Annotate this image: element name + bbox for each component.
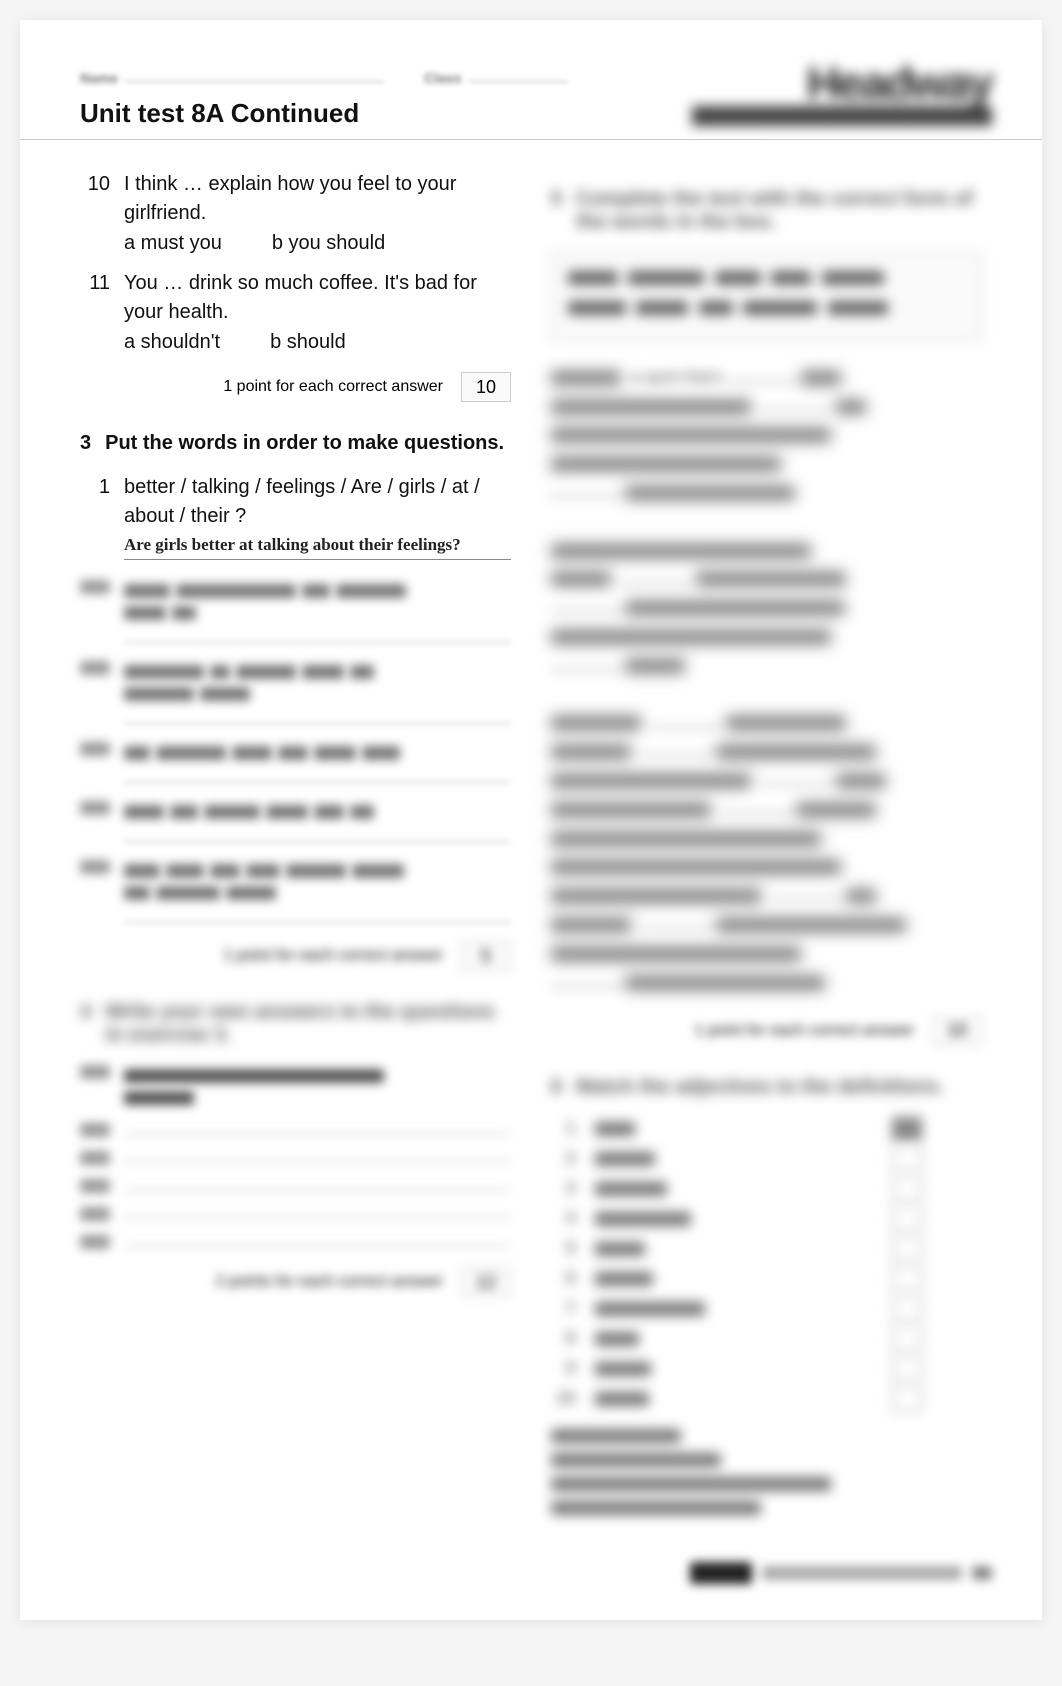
question-text: better / talking / feelings / Are / girl… bbox=[124, 473, 511, 531]
score-value: 12 bbox=[476, 1272, 496, 1293]
name-label: Name bbox=[80, 70, 118, 86]
section-4-answer-lines bbox=[80, 1123, 511, 1249]
example-answer: Are girls better at talking about their … bbox=[124, 535, 511, 560]
choice-b[interactable]: b should bbox=[270, 331, 346, 354]
section-4-example-blurred bbox=[80, 1065, 511, 1109]
match-list-blurred: 1 2 3 4 5 6 7 8 9 10 bbox=[551, 1117, 982, 1411]
question-number: 10 bbox=[80, 170, 110, 228]
choice-b[interactable]: b you should bbox=[272, 232, 385, 255]
name-line[interactable] bbox=[124, 81, 384, 82]
divider bbox=[20, 139, 1042, 140]
section-3-q6-blurred bbox=[80, 860, 511, 904]
section-title: Put the words in order to make questions… bbox=[105, 432, 504, 455]
section-6-head-blurred: 6 Match the adjectives to the definition… bbox=[551, 1076, 982, 1099]
footer-badge bbox=[690, 1562, 752, 1584]
score-box: 10 bbox=[461, 372, 511, 402]
section-title: Match the adjectives to the definitions. bbox=[576, 1076, 944, 1099]
section-5-head-blurred: 5 Complete the text with the correct for… bbox=[551, 188, 982, 234]
answer-line[interactable] bbox=[124, 841, 511, 842]
answer-line[interactable] bbox=[124, 782, 511, 783]
score-box: 5 bbox=[461, 941, 511, 971]
score-label: 1 point for each correct answer bbox=[223, 947, 443, 965]
section-3-head: 3 Put the words in order to make questio… bbox=[80, 432, 511, 455]
score-row-4: 1 point for each correct answer 10 bbox=[551, 1016, 982, 1046]
brand-sub-right: FOURTH EDITION bbox=[884, 124, 986, 138]
score-box: 10 bbox=[932, 1016, 982, 1046]
score-row-1: 1 point for each correct answer 10 bbox=[80, 372, 511, 402]
score-value: 10 bbox=[947, 1020, 967, 1041]
score-row-2: 1 point for each correct answer 5 bbox=[80, 941, 511, 971]
score-value: 10 bbox=[476, 377, 496, 398]
content: 10 I think … explain how you feel to you… bbox=[80, 170, 982, 1525]
question-10-choices: a must you b you should bbox=[124, 232, 511, 255]
section-number: 6 bbox=[551, 1076, 562, 1099]
section-3-q4-blurred bbox=[80, 742, 511, 764]
section-number: 5 bbox=[551, 188, 562, 234]
brand-title: Headway bbox=[692, 56, 992, 110]
right-column: 5 Complete the text with the correct for… bbox=[551, 170, 982, 1525]
section-3-q5-blurred bbox=[80, 801, 511, 823]
choice-a[interactable]: a must you bbox=[124, 232, 222, 255]
question-number: 1 bbox=[80, 473, 110, 531]
section-title: Write your own answers to the questions … bbox=[105, 1001, 511, 1047]
question-10: 10 I think … explain how you feel to you… bbox=[80, 170, 511, 228]
question-text: I think … explain how you feel to your g… bbox=[124, 170, 511, 228]
score-label: 1 point for each correct answer bbox=[223, 378, 443, 396]
score-label: 1 point for each correct answer bbox=[694, 1022, 914, 1040]
gap-fill-text-blurred: a sport that's bbox=[551, 364, 982, 998]
question-text: You … drink so much coffee. It's bad for… bbox=[124, 269, 511, 327]
page: Name Class Headway Pre-Intermediate FOUR… bbox=[20, 20, 1042, 1620]
answer-line[interactable] bbox=[124, 922, 511, 923]
question-11-choices: a shouldn't b should bbox=[124, 331, 511, 354]
page-number bbox=[972, 1566, 992, 1580]
section-3-q2-blurred bbox=[80, 580, 511, 624]
class-label: Class bbox=[424, 70, 461, 86]
answer-line[interactable] bbox=[124, 1189, 511, 1190]
answer-line[interactable] bbox=[124, 1161, 511, 1162]
section-number: 3 bbox=[80, 432, 91, 455]
answer-line[interactable] bbox=[124, 1133, 511, 1134]
section-number: 4 bbox=[80, 1001, 91, 1047]
question-number: 11 bbox=[80, 269, 110, 327]
section-4-head-blurred: 4 Write your own answers to the question… bbox=[80, 1001, 511, 1047]
question-11: 11 You … drink so much coffee. It's bad … bbox=[80, 269, 511, 327]
section-3-q3-blurred bbox=[80, 661, 511, 705]
definitions-blurred bbox=[551, 1429, 982, 1515]
left-column: 10 I think … explain how you feel to you… bbox=[80, 170, 511, 1525]
section-title: Complete the text with the correct form … bbox=[576, 188, 982, 234]
score-row-3: 2 points for each correct answer 12 bbox=[80, 1267, 511, 1297]
answer-line[interactable] bbox=[124, 642, 511, 643]
brand-logo: Headway Pre-Intermediate FOURTH EDITION bbox=[692, 56, 992, 136]
section-3-q1: 1 better / talking / feelings / Are / gi… bbox=[80, 473, 511, 531]
word-bank bbox=[551, 252, 982, 342]
footer bbox=[690, 1562, 992, 1584]
class-line[interactable] bbox=[468, 81, 568, 82]
score-value: 5 bbox=[481, 946, 491, 967]
brand-sub-left: Pre-Intermediate bbox=[776, 124, 871, 138]
answer-line[interactable] bbox=[124, 723, 511, 724]
footer-text bbox=[762, 1566, 962, 1580]
score-box: 12 bbox=[461, 1267, 511, 1297]
choice-a[interactable]: a shouldn't bbox=[124, 331, 220, 354]
answer-line[interactable] bbox=[124, 1217, 511, 1218]
answer-line[interactable] bbox=[124, 1245, 511, 1246]
score-label: 2 points for each correct answer bbox=[215, 1273, 443, 1291]
